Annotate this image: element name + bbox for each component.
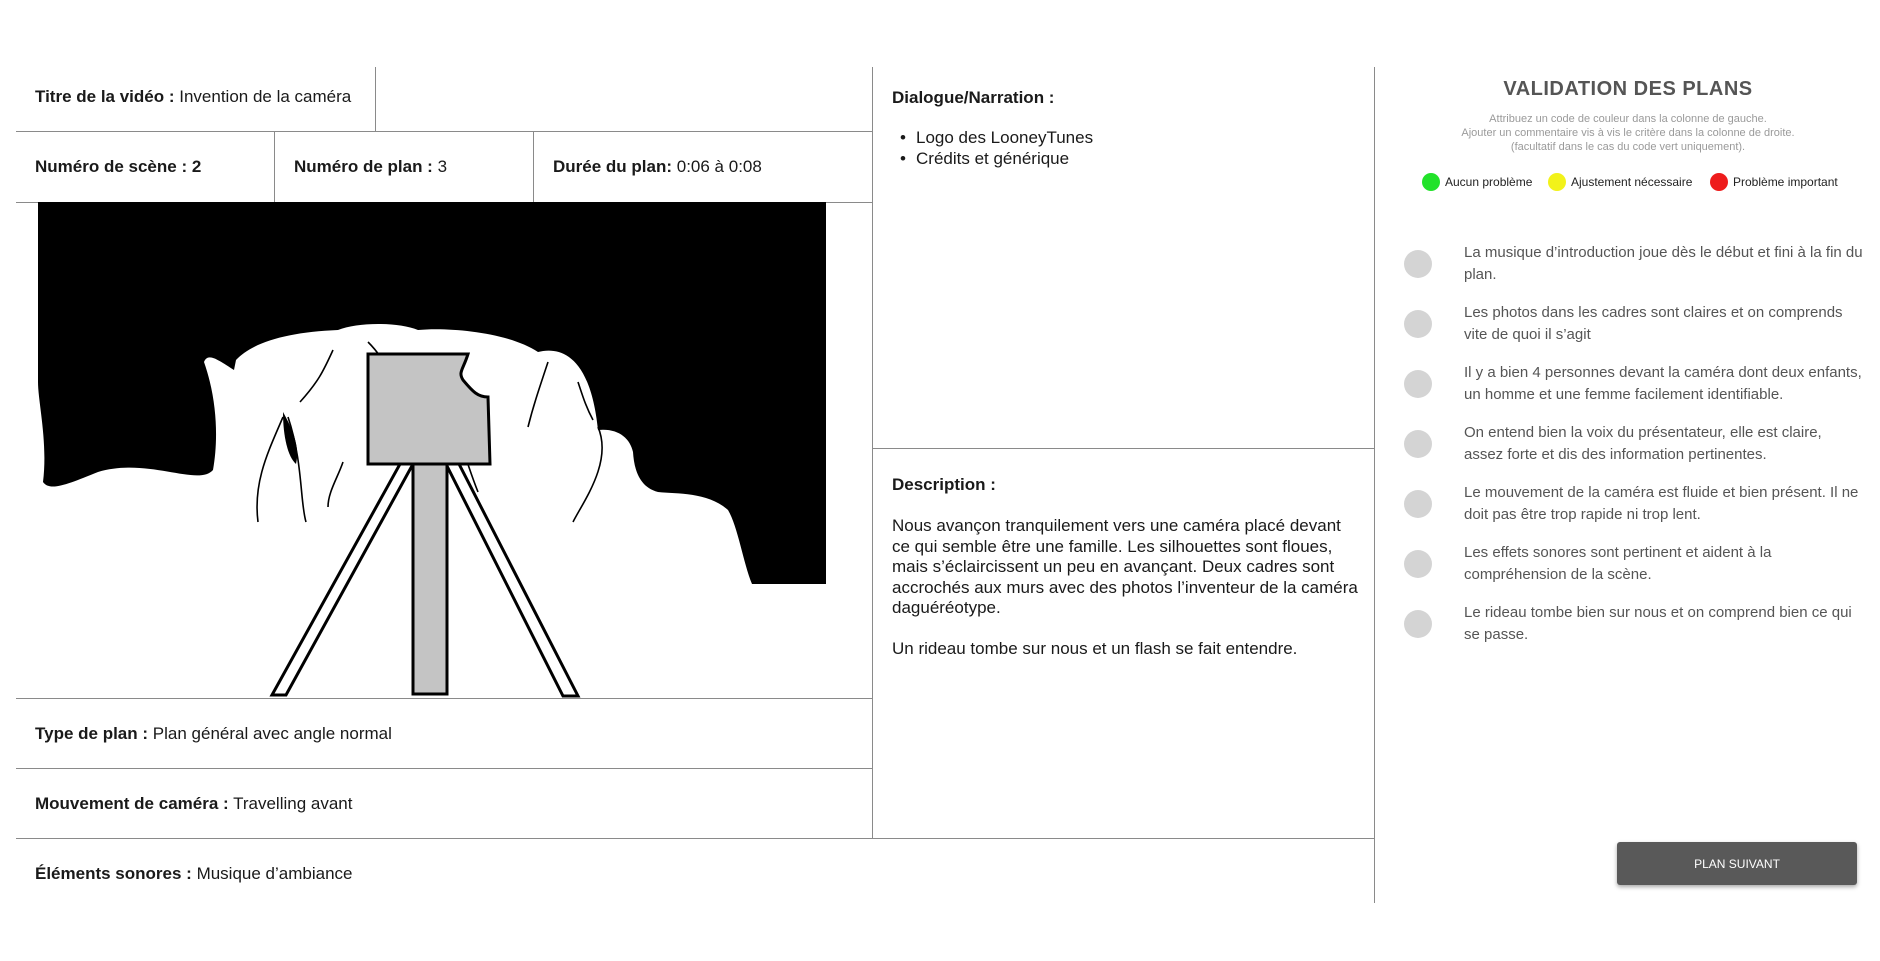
validation-title: VALIDATION DES PLANS xyxy=(1503,78,1753,100)
validation-instructions: Attribuez un code de couleur dans la col… xyxy=(1376,112,1880,154)
camera-body xyxy=(366,352,492,466)
scene-number-field: Numéro de scène : 2 xyxy=(35,157,201,177)
divider xyxy=(375,67,376,131)
criterion-text: Il y a bien 4 personnes devant la caméra… xyxy=(1464,364,1862,403)
criterion-text: Le rideau tombe bien sur nous et on comp… xyxy=(1464,604,1852,643)
legend-label: Aucun problème xyxy=(1445,175,1533,189)
status-circle[interactable] xyxy=(1404,430,1432,458)
next-plan-button[interactable]: PLAN SUIVANT xyxy=(1617,842,1857,885)
divider xyxy=(1374,67,1375,903)
tripod-center-post xyxy=(411,462,449,696)
plan-duration-value: 0:06 à 0:08 xyxy=(676,157,762,176)
description-label: Description : xyxy=(892,475,996,494)
status-circle[interactable] xyxy=(1404,550,1432,578)
red-dot-icon xyxy=(1710,173,1728,191)
video-title-value: Invention de la caméra xyxy=(179,87,352,106)
divider xyxy=(16,838,1374,839)
description-text: Nous avançon tranquilement vers une camé… xyxy=(892,516,1362,679)
camera-movement-value: Travelling avant xyxy=(233,794,353,813)
legend-label: Problème important xyxy=(1733,175,1838,189)
criterion-text: Les photos dans les cadres sont claires … xyxy=(1464,304,1843,343)
sound-elements-label: Éléments sonores : xyxy=(35,864,192,883)
camera-movement-label: Mouvement de caméra : xyxy=(35,794,229,813)
description-paragraph: Nous avançon tranquilement vers une camé… xyxy=(892,516,1358,617)
legend-adjustment-needed: Ajustement nécessaire xyxy=(1548,173,1692,191)
legend-label: Ajustement nécessaire xyxy=(1571,175,1693,189)
plan-number-field: Numéro de plan : 3 xyxy=(294,157,447,177)
instruction-line: (facultatif dans le cas du code vert uni… xyxy=(1510,141,1746,153)
status-circle[interactable] xyxy=(1404,610,1432,638)
divider xyxy=(274,131,275,202)
plan-number-label: Numéro de plan : xyxy=(294,157,433,176)
divider xyxy=(16,768,872,769)
status-circle[interactable] xyxy=(1404,490,1432,518)
divider xyxy=(16,131,872,132)
instruction-line: Attribuez un code de couleur dans la col… xyxy=(1489,113,1767,125)
dialogue-label: Dialogue/Narration : xyxy=(892,88,1055,107)
camera-movement-field: Mouvement de caméra : Travelling avant xyxy=(35,794,352,814)
divider xyxy=(872,67,873,838)
plan-number-value: 3 xyxy=(437,157,448,176)
legend-no-problem: Aucun problème xyxy=(1422,173,1532,191)
silhouette-head xyxy=(283,412,298,464)
divider xyxy=(872,448,1374,449)
criterion-text: Le mouvement de la caméra est fluide et … xyxy=(1464,484,1859,523)
dialogue-list: Logo des LooneyTunes Crédits et génériqu… xyxy=(892,127,1093,169)
storyboard-sketch xyxy=(38,202,826,698)
status-circle[interactable] xyxy=(1404,250,1432,278)
video-title-field: Titre de la vidéo : Invention de la camé… xyxy=(35,87,351,107)
criterion-text: La musique d’introduction joue dès le dé… xyxy=(1464,244,1863,283)
shot-type-label: Type de plan : xyxy=(35,724,149,743)
video-title-label: Titre de la vidéo : xyxy=(35,87,175,106)
criterion-text: On entend bien la voix du présentateur, … xyxy=(1464,424,1822,463)
dialogue-item: Crédits et générique xyxy=(892,148,1093,169)
instruction-line: Ajouter un commentaire vis à vis le crit… xyxy=(1461,127,1795,139)
shot-type-value: Plan général avec angle normal xyxy=(152,724,392,743)
green-dot-icon xyxy=(1422,173,1440,191)
tripod-leg-right xyxy=(443,462,581,698)
sound-elements-value: Musique d’ambiance xyxy=(196,864,353,883)
sound-elements-field: Éléments sonores : Musique d’ambiance xyxy=(35,864,352,884)
plan-duration-label: Durée du plan: xyxy=(553,157,673,176)
plan-duration-field: Durée du plan: 0:06 à 0:08 xyxy=(553,157,762,177)
divider xyxy=(16,698,872,699)
divider xyxy=(533,131,534,202)
tripod-leg-left xyxy=(269,462,416,697)
scene-number-label: Numéro de scène : xyxy=(35,157,188,176)
scene-number-value: 2 xyxy=(191,157,202,176)
status-circle[interactable] xyxy=(1404,370,1432,398)
shot-type-field: Type de plan : Plan général avec angle n… xyxy=(35,724,392,744)
yellow-dot-icon xyxy=(1548,173,1566,191)
legend-major-problem: Problème important xyxy=(1710,173,1838,191)
criterion-text: Les effets sonores sont pertinent et aid… xyxy=(1464,544,1772,583)
dialogue-item: Logo des LooneyTunes xyxy=(892,127,1093,148)
status-circle[interactable] xyxy=(1404,310,1432,338)
description-paragraph: Un rideau tombe sur nous et un flash se … xyxy=(892,638,1298,658)
